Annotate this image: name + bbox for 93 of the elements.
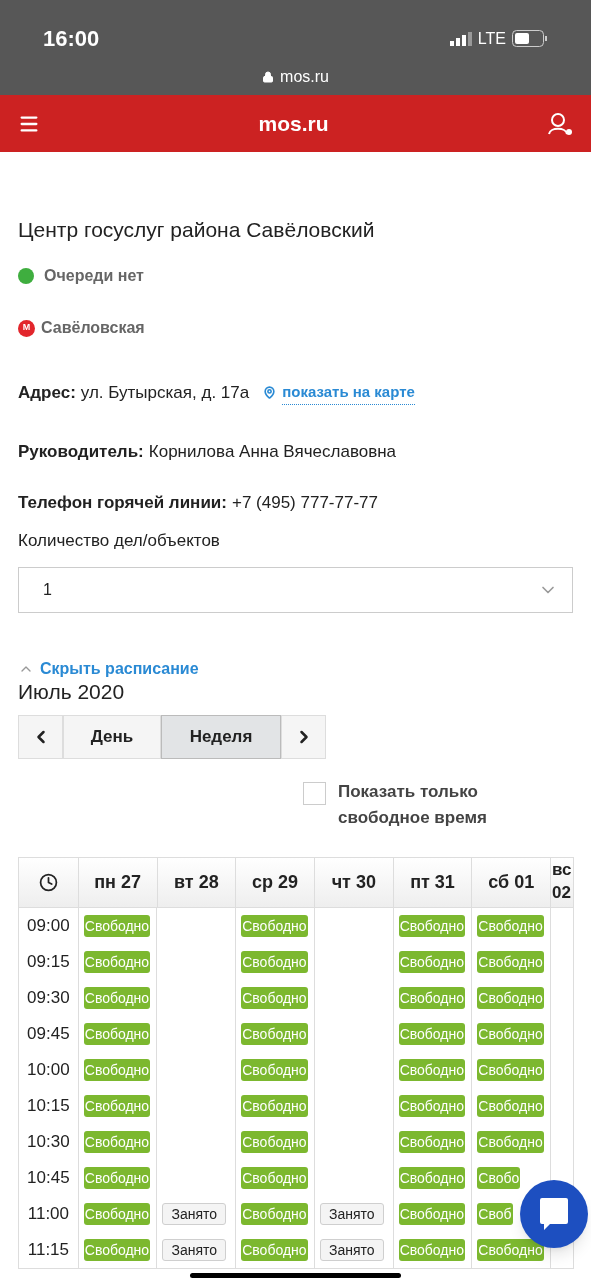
free-slot-button[interactable]: Свободно <box>398 1203 465 1225</box>
free-slot-button[interactable]: Свободно <box>241 1059 308 1081</box>
day-header: вт 28 <box>157 858 237 907</box>
free-slot-button[interactable]: Свободно <box>83 1059 151 1081</box>
month-title: Июль 2020 <box>18 679 126 705</box>
free-slot-button[interactable]: Свободно <box>83 1095 151 1117</box>
free-slot-button[interactable]: Свободно <box>83 987 151 1009</box>
view-tab[interactable]: День <box>63 715 161 759</box>
hide-schedule-link[interactable]: Скрыть расписание <box>18 659 199 679</box>
address-label: Адрес: <box>18 382 76 404</box>
time-label: 10:45 <box>19 1160 79 1196</box>
free-slot-button[interactable]: Свободно <box>398 1023 465 1045</box>
free-only-label: Показать только свободное время <box>338 781 488 829</box>
free-slot-button[interactable]: Свободно <box>83 1023 151 1045</box>
time-label: 10:00 <box>19 1052 79 1088</box>
day-header: вс 02 <box>551 859 573 904</box>
free-slot-button[interactable]: Свободно <box>398 915 465 937</box>
chat-bubble-icon <box>540 1198 568 1230</box>
map-pin-icon <box>263 386 277 400</box>
metro-station: Савёловская <box>41 318 145 338</box>
free-slot-button[interactable]: Свободно <box>398 1095 465 1117</box>
free-slot-button[interactable]: Свободно <box>477 951 544 973</box>
free-slot-button[interactable]: Свободно <box>477 1095 544 1117</box>
free-slot-button[interactable]: Свободно <box>477 1023 544 1045</box>
count-select[interactable]: 1 <box>18 567 573 613</box>
day-header: чт 30 <box>314 858 394 907</box>
count-label: Количество дел/объектов <box>18 529 221 552</box>
free-slot-button[interactable]: Свободно <box>241 1095 308 1117</box>
clock: 16:00 <box>43 25 100 53</box>
address-value: ул. Бутырская, д. 17а <box>80 382 250 404</box>
day-header: ср 29 <box>236 858 315 907</box>
phone-label: Телефон горячей линии: <box>18 492 227 514</box>
day-header: сб 01 <box>472 858 552 907</box>
free-slot-button[interactable]: Свободно <box>477 915 544 937</box>
free-slot-button[interactable]: Свободно <box>241 1239 308 1261</box>
free-slot-button[interactable]: Свободно <box>83 1131 151 1153</box>
free-slot-button[interactable]: Свободно <box>241 1131 308 1153</box>
free-slot-button[interactable]: Свободно <box>83 1167 151 1189</box>
free-slot-button[interactable]: Свободно <box>398 1239 465 1261</box>
lock-icon <box>262 71 275 83</box>
free-slot-button[interactable]: Свободно <box>241 915 308 937</box>
signal-icon <box>449 31 472 46</box>
manager-label: Руководитель: <box>18 440 144 463</box>
free-slot-button[interactable]: Свободно <box>241 1167 308 1189</box>
free-slot-button[interactable]: Своб <box>477 1203 513 1225</box>
free-slot-button[interactable]: Свободно <box>477 1059 544 1081</box>
free-slot-button[interactable]: Свободно <box>398 1167 465 1189</box>
day-header: пн 27 <box>78 858 158 907</box>
free-slot-button[interactable]: Свободно <box>477 1131 544 1153</box>
free-slot-button[interactable]: Свободно <box>398 987 465 1009</box>
show-on-map-link[interactable]: показать на карте <box>282 381 415 405</box>
url-text[interactable]: mos.ru <box>280 65 329 89</box>
time-label: 09:15 <box>19 944 79 980</box>
free-slot-button[interactable]: Свободно <box>477 987 544 1009</box>
free-slot-button[interactable]: Свободно <box>241 1023 308 1045</box>
time-label: 11:15 <box>19 1232 79 1268</box>
user-icon[interactable] <box>547 111 573 136</box>
day-header: пт 31 <box>393 858 473 907</box>
busy-slot-button[interactable]: Занято <box>319 1239 384 1261</box>
busy-slot-button[interactable]: Занято <box>162 1203 227 1225</box>
free-slot-button[interactable]: Свободно <box>477 1239 544 1261</box>
free-only-checkbox[interactable] <box>303 782 326 805</box>
office-title: Центр госуслуг района Савёловский <box>18 217 376 243</box>
free-slot-button[interactable]: Свободно <box>398 1059 465 1081</box>
busy-slot-button[interactable]: Занято <box>319 1203 384 1225</box>
previous-button[interactable] <box>18 715 63 759</box>
free-slot-button[interactable]: Свободно <box>83 915 151 937</box>
time-label: 09:45 <box>19 1016 79 1052</box>
free-slot-button[interactable]: Свободно <box>241 951 308 973</box>
phone-number: +7 (495) 777-77-77 <box>231 492 378 514</box>
free-slot-button[interactable]: Свободно <box>398 1131 465 1153</box>
clock-icon <box>38 873 58 892</box>
free-slot-button[interactable]: Свобо <box>477 1167 521 1189</box>
free-slot-button[interactable]: Свободно <box>241 1203 308 1225</box>
free-slot-button[interactable]: Свободно <box>83 1203 151 1225</box>
network-label: LTE <box>477 28 506 49</box>
time-label: 10:15 <box>19 1088 79 1124</box>
free-slot-button[interactable]: Свободно <box>398 951 465 973</box>
time-label: 11:00 <box>19 1196 79 1232</box>
next-button[interactable] <box>281 715 326 759</box>
free-slot-button[interactable]: Свободно <box>83 1239 151 1261</box>
time-label: 10:30 <box>19 1124 79 1160</box>
free-slot-button[interactable]: Свободно <box>83 951 151 973</box>
free-slot-button[interactable]: Свободно <box>241 987 308 1009</box>
battery-icon <box>512 30 548 47</box>
busy-slot-button[interactable]: Занято <box>162 1239 227 1261</box>
manager-name: Корнилова Анна Вячеславовна <box>148 440 397 463</box>
site-logo[interactable]: mos.ru <box>258 107 329 140</box>
view-tab[interactable]: Неделя <box>161 715 281 759</box>
queue-status: Очереди нет <box>44 266 144 286</box>
metro-badge: М <box>18 319 35 337</box>
time-label: 09:30 <box>19 980 79 1016</box>
time-label: 09:00 <box>19 908 79 944</box>
